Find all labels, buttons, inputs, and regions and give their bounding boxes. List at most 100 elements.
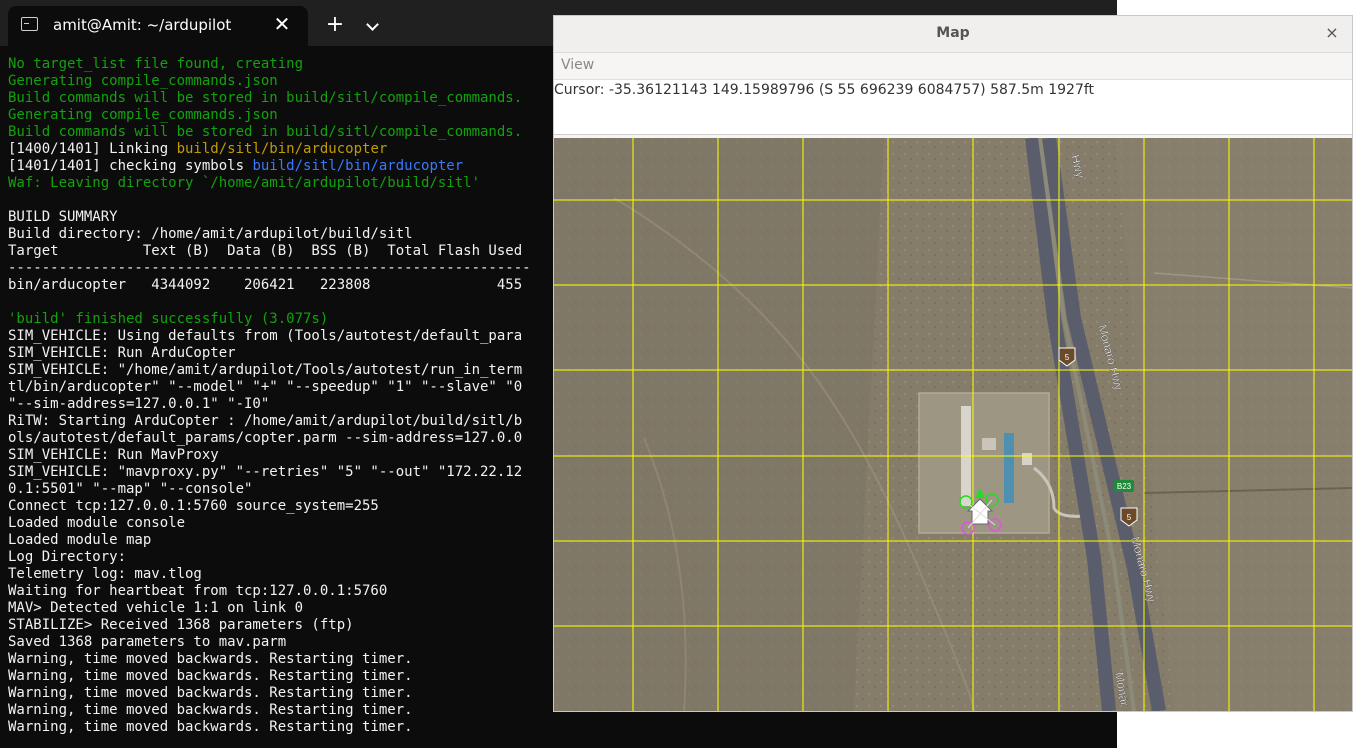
terminal-line: "--sim-address=127.0.0.1" "-I0" [8,396,531,413]
terminal-line: [1401/1401] checking symbols build/sitl/… [8,158,531,175]
building [982,438,996,450]
terminal-line: SIM_VEHICLE: Run MavProxy [8,447,531,464]
terminal-text: Generating compile_commands.json [8,107,278,123]
terminal-line: ols/autotest/default_params/copter.parm … [8,430,531,447]
terminal-line: SIM_VEHICLE: "mavproxy.py" "--retries" "… [8,464,531,481]
terminal-text: STABILIZE> Received 1368 parameters (ftp… [8,617,354,633]
terminal-line: Generating compile_commands.json [8,107,531,124]
svg-text:5: 5 [1127,513,1132,522]
cursor-readout: Cursor: -35.36121143 149.15989796 (S 55 … [554,82,1095,98]
terminal-text: build/sitl/bin/arducopter [176,141,388,157]
terminal-line: 'build' finished successfully (3.077s) [8,311,531,328]
terminal-text: Warning, time moved backwards. Restartin… [8,719,413,735]
terminal-text: Loaded module map [8,532,152,548]
new-tab-button[interactable]: + [321,12,349,40]
close-tab-icon[interactable]: ✕ [270,12,294,36]
terminal-text: Warning, time moved backwards. Restartin… [8,702,413,718]
terminal-tab-title: amit@Amit: ~/ardupilot [53,16,232,34]
terminal-line: Loaded module console [8,515,531,532]
terminal-line: STABILIZE> Received 1368 parameters (ftp… [8,617,531,634]
map-titlebar[interactable]: Map × [554,16,1352,53]
terminal-line: bin/arducopter 4344092 206421 223808 455 [8,277,531,294]
terminal-text: SIM_VEHICLE: "/home/amit/ardupilot/Tools… [8,362,523,378]
terminal-line: Saved 1368 parameters to mav.parm [8,634,531,651]
terminal-line: BUILD SUMMARY [8,209,531,226]
terminal-line: tl/bin/arducopter" "--model" "+" "--spee… [8,379,531,396]
terminal-text: Generating compile_commands.json [8,73,278,89]
terminal-text: Warning, time moved backwards. Restartin… [8,651,413,667]
terminal-line: SIM_VEHICLE: "/home/amit/ardupilot/Tools… [8,362,531,379]
terminal-line: Warning, time moved backwards. Restartin… [8,685,531,702]
terminal-text: Connect tcp:127.0.0.1:5760 source_system… [8,498,379,514]
chevron-down-icon[interactable] [359,12,387,40]
terminal-text: Warning, time moved backwards. Restartin… [8,685,413,701]
terminal-tab[interactable]: amit@Amit: ~/ardupilot ✕ [8,6,308,46]
terminal-line: Warning, time moved backwards. Restartin… [8,719,531,736]
terminal-line: Build commands will be stored in build/s… [8,90,531,107]
terminal-line: Warning, time moved backwards. Restartin… [8,702,531,719]
terminal-line: Waiting for heartbeat from tcp:127.0.0.1… [8,583,531,600]
terminal-line: SIM_VEHICLE: Using defaults from (Tools/… [8,328,531,345]
terminal-text: Target Text (B) Data (B) BSS (B) Total F… [8,243,523,259]
terminal-text: Warning, time moved backwards. Restartin… [8,668,413,684]
terminal-text: "--sim-address=127.0.0.1" "-I0" [8,396,270,412]
terminal-line: Connect tcp:127.0.0.1:5760 source_system… [8,498,531,515]
terminal-line: Telemetry log: mav.tlog [8,566,531,583]
terminal-output[interactable]: No target_list file found, creating Gener… [8,56,531,736]
building [1022,453,1032,465]
terminal-line: 0.1:5501" "--map" "--console" [8,481,531,498]
route-badge: B23 [1114,480,1134,492]
terminal-text: MAV> Detected vehicle 1:1 on link 0 [8,600,304,616]
terminal-text: [1400/1401] Linking [8,141,177,157]
terminal-text: Waiting for heartbeat from tcp:127.0.0.1… [8,583,388,599]
terminal-line: SIM_VEHICLE: Run ArduCopter [8,345,531,362]
terminal-line: Warning, time moved backwards. Restartin… [8,651,531,668]
terminal-text: Telemetry log: mav.tlog [8,566,202,582]
terminal-text: SIM_VEHICLE: Run ArduCopter [8,345,236,361]
terminal-line: Log Directory: [8,549,531,566]
terminal-line: [1400/1401] Linking build/sitl/bin/arduc… [8,141,531,158]
terminal-line: Loaded module map [8,532,531,549]
terminal-line: Waf: Leaving directory `/home/amit/ardup… [8,175,531,192]
terminal-text: 'build' finished successfully (3.077s) [8,311,329,327]
terminal-text: No target_list file found, creating [8,56,304,72]
terminal-text: BUILD SUMMARY [8,209,118,225]
menu-view[interactable]: View [561,57,594,73]
terminal-text: tl/bin/arducopter" "--model" "+" "--spee… [8,379,523,395]
terminal-text: SIM_VEHICLE: "mavproxy.py" "--retries" "… [8,464,523,480]
map-window-title: Map [936,25,970,41]
map-status-panel: Cursor: -35.36121143 149.15989796 (S 55 … [554,80,1352,135]
terminal-text: Loaded module console [8,515,186,531]
terminal-text: [1401/1401] checking symbols [8,158,253,174]
satellite-map[interactable]: Hwy Monaro Hwy Monaro Hwy Monar 5 5 B23 [554,138,1352,711]
terminal-icon [21,17,38,31]
terminal-text: SIM_VEHICLE: Run MavProxy [8,447,219,463]
terminal-text: Build commands will be stored in build/s… [8,90,523,106]
building [1004,433,1014,503]
close-icon[interactable]: × [1322,23,1342,43]
terminal-line: RiTW: Starting ArduCopter : /home/amit/a… [8,413,531,430]
terminal-text: SIM_VEHICLE: Using defaults from (Tools/… [8,328,523,344]
terminal-text: Saved 1368 parameters to mav.parm [8,634,287,650]
map-window: Map × View Cursor: -35.36121143 149.1598… [553,15,1353,712]
terminal-line: Warning, time moved backwards. Restartin… [8,668,531,685]
svg-text:5: 5 [1065,353,1070,362]
terminal-line: Target Text (B) Data (B) BSS (B) Total F… [8,243,531,260]
terminal-line: Build directory: /home/amit/ardupilot/bu… [8,226,531,243]
terminal-text: RiTW: Starting ArduCopter : /home/amit/a… [8,413,523,429]
terrain-patch [554,138,884,711]
terminal-text: ols/autotest/default_params/copter.parm … [8,430,523,446]
map-menubar: View [554,53,1352,80]
terminal-text: Waf: Leaving directory `/home/amit/ardup… [8,175,481,191]
terminal-line: No target_list file found, creating [8,56,531,73]
terminal-text: Log Directory: [8,549,127,565]
terminal-text: 0.1:5501" "--map" "--console" [8,481,253,497]
terminal-line: Generating compile_commands.json [8,73,531,90]
terminal-line: ----------------------------------------… [8,260,531,277]
map-view[interactable]: Hwy Monaro Hwy Monaro Hwy Monar 5 5 B23 [554,138,1352,711]
terminal-text: Build directory: /home/amit/ardupilot/bu… [8,226,413,242]
terminal-text: ----------------------------------------… [8,260,531,276]
svg-text:B23: B23 [1117,482,1132,491]
